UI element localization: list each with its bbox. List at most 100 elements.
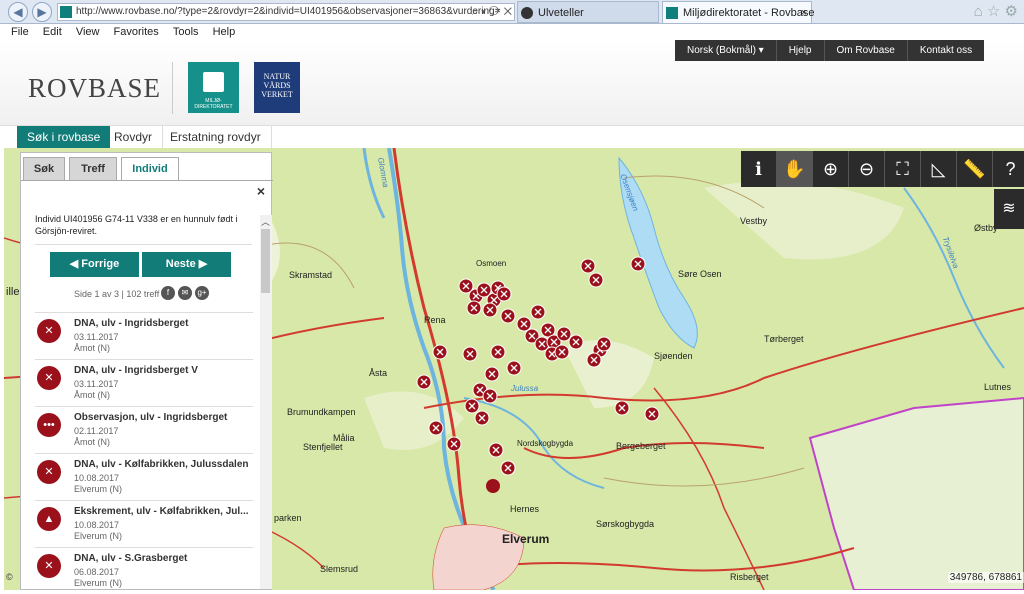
dna-marker-icon[interactable] [490,344,506,360]
map-label: Hernes [510,504,540,514]
star-icon[interactable]: ☆ [987,3,1000,20]
search-icon[interactable]: ⌕ ▾ ⟳ ✕ [472,4,512,20]
dna-marker-icon[interactable] [568,334,584,350]
dna-marker-icon[interactable] [496,286,512,302]
result-item[interactable]: ▲ Ekskrement, ulv - Kølfabrikken, Jul...… [35,500,253,547]
layers-icon[interactable]: ≋ [994,189,1024,229]
dna-marker-icon[interactable] [446,436,462,452]
dna-marker-icon[interactable] [466,300,482,316]
menu-help[interactable]: Help [213,24,236,40]
dna-marker-icon[interactable] [530,304,546,320]
menu-file[interactable]: File [11,24,29,40]
next-button[interactable]: Neste ▶ [142,252,231,277]
scroll-thumb[interactable] [261,229,270,293]
zoom-extent-icon[interactable]: ⛶ [885,151,921,187]
result-title[interactable]: DNA, ulv - Ingridsberget V [74,365,252,376]
dna-marker-icon[interactable] [596,336,612,352]
menu-view[interactable]: View [76,24,100,40]
result-item[interactable]: ••• Observasjon, ulv - Ingridsberget 02.… [35,406,253,453]
pan-hand-icon[interactable]: ✋ [777,151,813,187]
previous-button[interactable]: ◀ Forrige [50,252,139,277]
dna-marker-icon[interactable] [416,374,432,390]
individual-description: Individ UI401956 G74-11 V338 er en hunnu… [35,214,238,236]
browser-tab-ulveteller[interactable]: Ulveteller [517,1,659,23]
observation-marker-icon[interactable] [486,479,500,493]
zoom-in-icon[interactable]: ⊕ [813,151,849,187]
menu-tools[interactable]: Tools [173,24,199,40]
contact-link[interactable]: Kontakt oss [906,40,984,61]
dna-icon: ✕ [37,554,61,578]
result-title[interactable]: DNA, ulv - S.Grasberget [74,553,252,564]
dna-marker-icon[interactable] [614,400,630,416]
tab-sok[interactable]: Søk [23,157,65,181]
result-item[interactable]: ✕ DNA, ulv - Kølfabrikken, Julussdalen 1… [35,453,253,500]
result-place: Elverum (N) [74,484,123,494]
dna-marker-icon[interactable] [500,308,516,324]
tab-rovdyr[interactable]: Rovdyr [104,126,164,148]
map-label: Vestby [740,216,768,226]
close-icon[interactable]: × [257,183,265,199]
dna-marker-icon[interactable] [586,352,602,368]
language-select[interactable]: Norsk (Bokmål) ▾ [675,40,776,61]
dna-marker-icon[interactable] [588,272,604,288]
result-title[interactable]: DNA, ulv - Ingridsberget [74,318,252,329]
dna-marker-icon[interactable] [432,344,448,360]
map-label: Slemsrud [320,564,359,574]
tab-sok-i-rovbase[interactable]: Søk i rovbase [17,126,111,148]
info-icon[interactable]: ℹ [741,151,777,187]
dna-marker-icon[interactable] [506,360,522,376]
dna-marker-icon[interactable] [488,442,504,458]
dna-marker-icon[interactable] [482,388,498,404]
panel-scrollbar[interactable]: ︿ [260,215,272,589]
rovbase-logo[interactable]: ROVBASE [28,73,161,104]
dna-marker-icon[interactable] [464,398,480,414]
dna-marker-icon[interactable] [644,406,660,422]
result-item[interactable]: ✕ DNA, ulv - Ingridsberget 03.11.2017 Åm… [35,312,253,359]
dna-marker-icon[interactable] [500,460,516,476]
dna-marker-icon[interactable] [630,256,646,272]
dna-marker-icon[interactable] [554,344,570,360]
help-link[interactable]: Hjelp [775,40,824,61]
dna-marker-icon[interactable] [482,302,498,318]
gear-icon[interactable]: ⚙ [1005,3,1018,20]
md-logo-text: MILJØ-DIREKTORATET [194,98,233,110]
result-date: 03.11.2017 [74,379,119,389]
tab-erstatning-rovdyr[interactable]: Erstatning rovdyr [160,126,272,148]
dna-marker-icon[interactable] [580,258,596,274]
map-label: Brumundkampen [287,407,356,417]
home-icon[interactable]: ⌂ [974,3,983,20]
measure-distance-icon[interactable]: 📏 [957,151,993,187]
about-link[interactable]: Om Rovbase [823,40,907,61]
browser-tab-rovbase[interactable]: Miljødirektoratet - Rovbase × [662,1,814,24]
help-icon[interactable]: ? [993,151,1024,187]
naturvardsverket-logo[interactable]: NATUR VÅRDS VERKET [254,62,300,113]
facebook-icon[interactable]: f [161,286,175,300]
menu-favorites[interactable]: Favorites [114,24,159,40]
zoom-out-icon[interactable]: ⊖ [849,151,885,187]
dna-marker-icon[interactable] [474,410,490,426]
measure-area-icon[interactable]: ◺ [921,151,957,187]
map-label: Nordskogbygda [517,439,574,448]
miljodirektoratet-logo[interactable]: MILJØ-DIREKTORATET [188,62,239,113]
result-title[interactable]: DNA, ulv - Kølfabrikken, Julussdalen [74,459,252,470]
back-icon[interactable]: ◀ [8,2,28,22]
forward-icon[interactable]: ▶ [32,2,52,22]
dna-marker-icon[interactable] [428,420,444,436]
dna-marker-icon[interactable] [484,366,500,382]
address-bar[interactable]: http://www.rovbase.no/?type=2&rovdyr=2&i… [57,3,515,21]
tab-individ[interactable]: Individ [121,157,179,181]
result-title[interactable]: Ekskrement, ulv - Kølfabrikken, Jul... [74,506,252,517]
result-item[interactable]: ✕ DNA, ulv - Ingridsberget V 03.11.2017 … [35,359,253,406]
copyright-text: © [6,572,13,582]
result-item[interactable]: ✕ DNA, ulv - S.Grasberget 06.08.2017 Elv… [35,547,253,594]
email-icon[interactable]: ✉ [178,286,192,300]
scroll-up-icon[interactable]: ︿ [261,215,270,228]
menu-edit[interactable]: Edit [43,24,62,40]
google-plus-icon[interactable]: g+ [195,286,209,300]
dna-marker-icon[interactable] [462,346,478,362]
result-title[interactable]: Observasjon, ulv - Ingridsberget [74,412,252,423]
dna-marker-icon[interactable] [516,316,532,332]
dna-marker-icon[interactable] [556,326,572,342]
close-tab-icon[interactable]: × [801,2,807,24]
tab-treff[interactable]: Treff [69,157,117,181]
